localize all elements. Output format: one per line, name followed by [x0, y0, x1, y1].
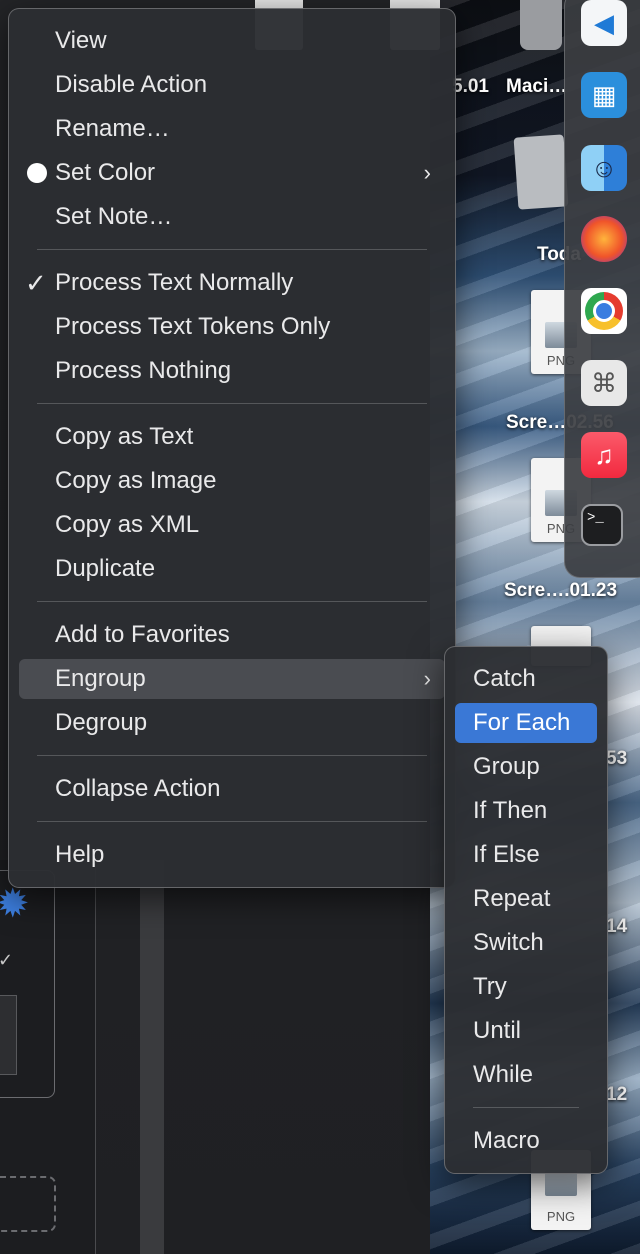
chevron-right-icon: ›	[423, 666, 431, 691]
terminal-icon[interactable]: >_	[581, 504, 623, 546]
menu-item-process-nothing[interactable]: Process Nothing	[19, 351, 445, 391]
submenu-item-switch[interactable]: Switch	[455, 923, 597, 963]
menu-item-label: Add to Favorites	[55, 621, 230, 648]
checkmark-icon: ✓	[25, 268, 47, 298]
desktop-label[interactable]: 14	[606, 916, 627, 938]
menu-item-label: Degroup	[55, 709, 148, 736]
menu-item-set-note[interactable]: Set Note…	[19, 197, 445, 237]
menu-item-label: Engroup	[55, 665, 146, 692]
menu-item-set-color[interactable]: Set Color ›	[19, 153, 445, 193]
menu-item-label: Switch	[473, 929, 544, 956]
vscode-icon[interactable]: ◀	[581, 0, 627, 46]
menu-item-label: Copy as XML	[55, 511, 200, 538]
menu-item-process-text-normally[interactable]: ✓ Process Text Normally	[19, 263, 445, 303]
menu-separator	[37, 821, 427, 822]
menu-item-label: Until	[473, 1017, 522, 1044]
desktop-label[interactable]: 12	[606, 1084, 627, 1106]
menu-item-label: While	[473, 1061, 534, 1088]
menu-item-process-text-tokens-only[interactable]: Process Text Tokens Only	[19, 307, 445, 347]
menu-item-label: Try	[473, 973, 507, 1000]
menu-item-label: Process Nothing	[55, 357, 232, 384]
chevron-right-icon: ›	[423, 160, 431, 185]
menu-item-label: Set Note…	[55, 203, 173, 230]
script-editor-icon[interactable]: ⌘	[581, 360, 627, 406]
menu-item-help[interactable]: Help	[19, 835, 445, 875]
menu-item-copy-as-text[interactable]: Copy as Text	[19, 417, 445, 457]
menu-item-label: Process Text Tokens Only	[55, 313, 331, 340]
color-circle-icon	[27, 163, 47, 183]
menu-item-label: Process Text Normally	[55, 269, 294, 296]
gear-icon: ✹	[0, 882, 30, 926]
menu-item-label: View	[55, 27, 107, 54]
desktop-label[interactable]: 53	[606, 748, 627, 770]
background-scroll-strip	[140, 860, 164, 1254]
submenu-item-if-then[interactable]: If Then	[455, 791, 597, 831]
background-field	[0, 995, 17, 1075]
menu-item-add-to-favorites[interactable]: Add to Favorites	[19, 615, 445, 655]
menu-item-label: For Each	[473, 709, 571, 736]
menu-separator	[37, 249, 427, 250]
menu-item-disable-action[interactable]: Disable Action	[19, 65, 445, 105]
menu-item-label: Repeat	[473, 885, 551, 912]
desktop-label[interactable]: Scre….01.23	[504, 580, 617, 602]
submenu-item-if-else[interactable]: If Else	[455, 835, 597, 875]
music-icon[interactable]: ♫	[581, 432, 627, 478]
menu-item-label: Duplicate	[55, 555, 156, 582]
firefox-icon[interactable]	[581, 216, 627, 262]
submenu-item-repeat[interactable]: Repeat	[455, 879, 597, 919]
menu-item-label: Copy as Text	[55, 423, 194, 450]
menu-item-label: Copy as Image	[55, 467, 217, 494]
menu-item-copy-as-xml[interactable]: Copy as XML	[19, 505, 445, 545]
chrome-icon[interactable]	[581, 288, 627, 334]
menu-item-label: Collapse Action	[55, 775, 221, 802]
menu-separator	[37, 755, 427, 756]
folder-icon[interactable]	[513, 134, 569, 210]
background-dropzone	[0, 1176, 56, 1232]
menu-item-copy-as-image[interactable]: Copy as Image	[19, 461, 445, 501]
menu-item-duplicate[interactable]: Duplicate	[19, 549, 445, 589]
docker-icon[interactable]: ▦	[581, 72, 627, 118]
menu-item-label: Macro	[473, 1127, 540, 1154]
desktop-label[interactable]: Maci…	[506, 76, 567, 98]
finder-icon[interactable]: ☺	[581, 145, 627, 191]
menu-separator	[37, 403, 427, 404]
menu-item-label: Group	[473, 753, 540, 780]
engroup-submenu: Catch For Each Group If Then If Else Rep…	[444, 646, 608, 1174]
hard-drive-icon[interactable]	[520, 0, 562, 50]
submenu-item-for-each[interactable]: For Each	[455, 703, 597, 743]
menu-item-label: Catch	[473, 665, 536, 692]
context-menu: View Disable Action Rename… Set Color › …	[8, 8, 456, 888]
submenu-item-try[interactable]: Try	[455, 967, 597, 1007]
menu-item-label: Help	[55, 841, 105, 868]
menu-item-engroup[interactable]: Engroup ›	[19, 659, 445, 699]
checkmark-icon: ✓	[0, 950, 14, 970]
desktop-label: 5.01	[452, 76, 489, 97]
menu-separator	[473, 1107, 579, 1108]
submenu-item-catch[interactable]: Catch	[455, 659, 597, 699]
menu-item-view[interactable]: View	[19, 21, 445, 61]
submenu-item-until[interactable]: Until	[455, 1011, 597, 1051]
menu-item-degroup[interactable]: Degroup	[19, 703, 445, 743]
menu-item-rename[interactable]: Rename…	[19, 109, 445, 149]
menu-separator	[37, 601, 427, 602]
submenu-item-macro[interactable]: Macro	[455, 1121, 597, 1161]
menu-item-label: If Then	[473, 797, 548, 824]
menu-item-label: Set Color	[55, 159, 156, 186]
menu-item-label: Rename…	[55, 115, 170, 142]
menu-item-label: Disable Action	[55, 71, 208, 98]
menu-item-collapse-action[interactable]: Collapse Action	[19, 769, 445, 809]
submenu-item-while[interactable]: While	[455, 1055, 597, 1095]
submenu-item-group[interactable]: Group	[455, 747, 597, 787]
menu-item-label: If Else	[473, 841, 540, 868]
